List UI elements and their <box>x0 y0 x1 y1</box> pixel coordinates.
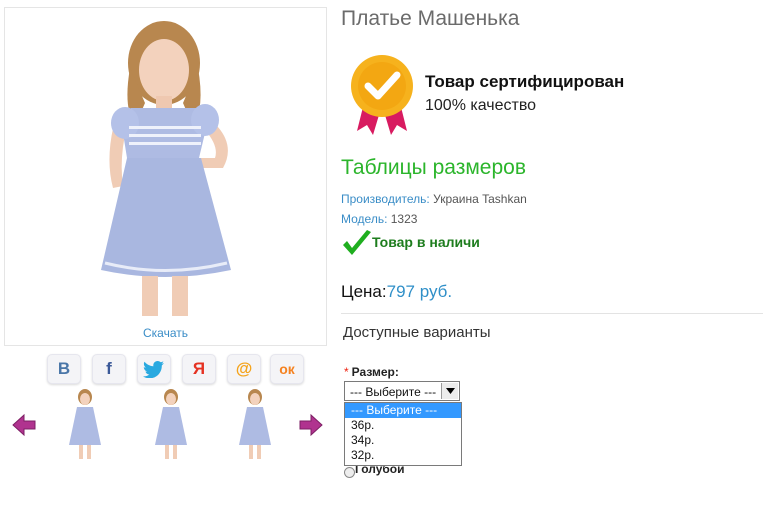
next-arrow-icon[interactable] <box>298 412 324 438</box>
model-value: 1323 <box>390 212 418 226</box>
color-radio[interactable] <box>344 467 355 478</box>
price-label: Цена: <box>341 282 387 301</box>
manufacturer-value: Украина Tashkan <box>433 192 527 206</box>
product-title: Платье Машенька <box>341 7 520 30</box>
size-table-link[interactable]: Таблицы размеров <box>341 156 526 180</box>
divider <box>341 313 763 314</box>
mailru-icon[interactable]: @ <box>227 354 261 384</box>
chevron-down-icon[interactable] <box>441 383 458 399</box>
vk-icon[interactable]: В <box>47 354 81 384</box>
size-option[interactable]: 36р. <box>345 418 461 433</box>
size-option[interactable]: --- Выберите --- <box>345 403 461 418</box>
size-dropdown-list: --- Выберите --- 36р. 34р. 32р. <box>344 402 462 466</box>
model-key: Модель: <box>341 212 388 226</box>
options-title: Доступные варианты <box>343 324 491 341</box>
model-row: Модель: 1323 <box>341 212 417 226</box>
size-select-value: --- Выберите --- <box>350 385 437 399</box>
size-label: * Размер: <box>344 365 399 379</box>
required-mark: * <box>344 365 349 379</box>
twitter-icon[interactable] <box>137 354 171 384</box>
checkmark-icon <box>343 230 371 255</box>
download-link[interactable]: Скачать <box>5 326 326 340</box>
stock-status: Товар в наличи <box>372 234 480 250</box>
certificate-badge-icon <box>351 55 413 135</box>
size-option[interactable]: 32р. <box>345 448 461 463</box>
thumbnail-2[interactable] <box>148 387 194 463</box>
thumbnail-3[interactable] <box>232 387 278 463</box>
manufacturer-key[interactable]: Производитель: <box>341 192 430 206</box>
yaru-icon[interactable]: Я <box>182 354 216 384</box>
main-product-image[interactable]: Скачать <box>4 7 327 346</box>
product-photo <box>101 21 231 316</box>
odnoklassniki-icon[interactable]: ок <box>270 354 304 384</box>
size-option[interactable]: 34р. <box>345 433 461 448</box>
price-row: Цена:797 руб. <box>341 282 452 302</box>
size-select[interactable]: --- Выберите --- <box>344 381 460 401</box>
facebook-icon[interactable]: f <box>92 354 126 384</box>
certificate-title: Товар сертифицирован <box>425 72 625 91</box>
prev-arrow-icon[interactable] <box>11 412 37 438</box>
certificate-subtitle: 100% качество <box>425 97 537 114</box>
price-value: 797 руб. <box>386 282 453 301</box>
thumbnail-1[interactable] <box>62 387 108 463</box>
manufacturer-row: Производитель: Украина Tashkan <box>341 192 527 206</box>
